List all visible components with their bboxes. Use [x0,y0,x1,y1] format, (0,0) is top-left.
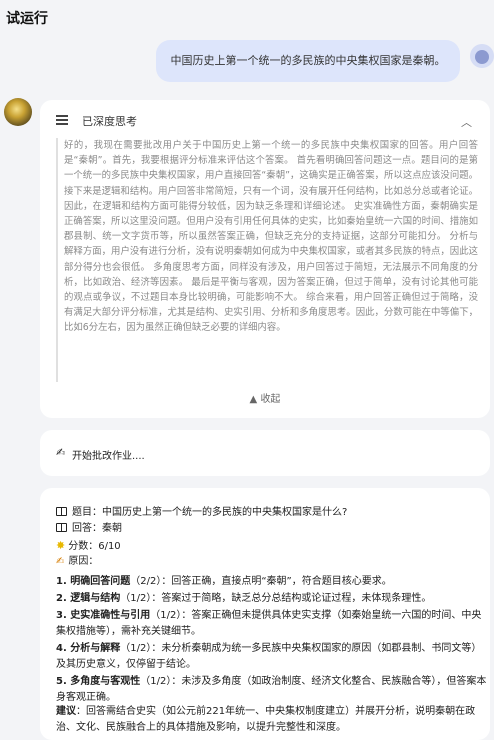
reason-label: 原因： [68,556,99,567]
bot-avatar [4,98,32,126]
thinking-label: 已深度思考 [82,115,137,128]
thinking-header[interactable]: 已深度思考 ︿ [56,112,476,130]
star-icon: ✸ [56,539,66,552]
suggestion-title: 建议 [56,706,76,717]
score-label: 分数：6/10 [68,541,121,552]
list-item: 5. 多角度与客观性（1/2）：未涉及多角度（如政治制度、经济文化整合、民族融合… [56,675,487,703]
user-message-bubble: 中国历史上第一个统一的多民族的中央集权国家是秦朝。 [156,40,460,82]
grading-result-card: 题目：中国历史上第一个统一的多民族的中央集权国家是什么? 回答：秦朝 ✸ 分数：6… [40,488,490,740]
grading-status-label: 开始批改作业.... [72,451,145,462]
grading-status-card: ✍ 开始批改作业.... [40,430,490,476]
header-bar: 试运行 [0,0,494,34]
list-item: 2. 逻辑与结构（1/2）：答案过于简略，缺乏总分总结构或论证过程，未体现条理性… [56,593,432,605]
thinking-card: 已深度思考 ︿ 好的，我现在需要批改用户关于中国历史上第一个统一的多民族中央集权… [40,100,490,418]
list-icon [56,115,68,125]
list-item: 1. 明确回答问题（2/2）：回答正确，直接点明“秦朝”，符合题目核心要求。 [56,576,392,587]
thinking-text: 好的，我现在需要批改用户关于中国历史上第一个统一的多民族中央集权国家的回答。用户… [56,138,478,382]
suggestion-text: 建议：回答需结合史实（如公元前221年统一、中央集权制度建立）并展开分析，说明秦… [56,704,488,735]
page-title: 试运行 [6,11,48,27]
question-row: 题目：中国历史上第一个统一的多民族的中央集权国家是什么? [56,506,347,520]
collapse-label: 收起 [260,394,281,405]
chevron-up-icon[interactable]: ︿ [461,114,472,130]
list-item: 3. 史实准确性与引用（1/2）：答案正确但未提供具体史实支撑（如秦始皇统一六国… [56,610,482,637]
pen-icon: ✍ [56,446,66,459]
caret-up-icon: ▲ [249,394,258,405]
question-label: 题目：中国历史上第一个统一的多民族的中央集权国家是什么? [72,507,348,518]
reason-row: ✍ 原因： [56,555,98,569]
user-avatar [470,44,494,68]
collapse-button[interactable]: ▲ 收起 [40,390,490,405]
score-row: ✸ 分数：6/10 [56,539,121,554]
suggestion-body: ：回答需结合史实（如公元前221年统一、中央集权制度建立）并展开分析，说明秦朝在… [56,706,476,733]
pen-icon: ✍ [56,556,65,567]
answer-label: 回答：秦朝 [72,523,122,534]
answer-row: 回答：秦朝 [56,522,122,536]
book-icon [56,507,67,516]
reason-list: 1. 明确回答问题（2/2）：回答正确，直接点明“秦朝”，符合题目核心要求。 2… [56,574,488,707]
book-icon [56,523,67,532]
list-item: 4. 分析与解释（1/2）：未分析秦朝成为统一多民族中央集权国家的原因（如郡县制… [56,643,482,670]
